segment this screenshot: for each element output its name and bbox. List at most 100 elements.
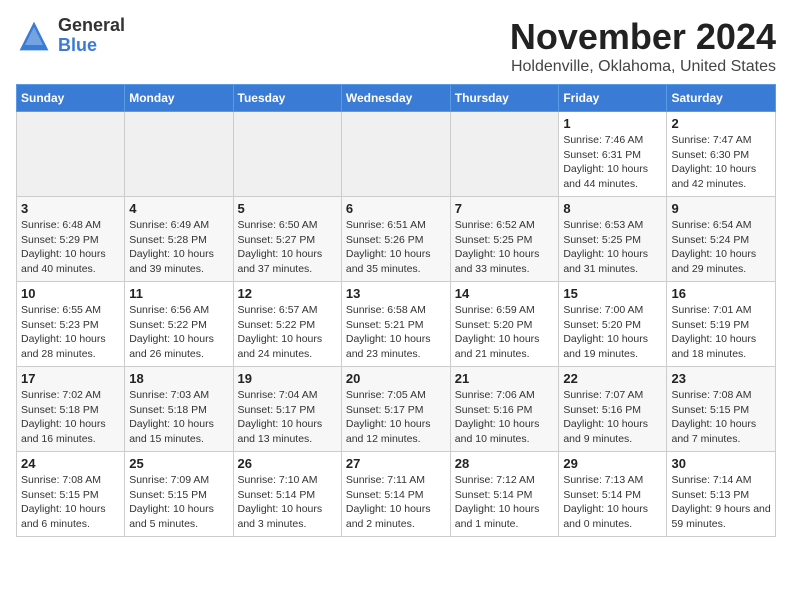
day-of-week-header: Sunday	[17, 85, 125, 112]
calendar-cell: 2 Sunrise: 7:47 AM Sunset: 6:30 PM Daylig…	[667, 112, 776, 197]
day-info: Sunrise: 7:08 AM Sunset: 5:15 PM Dayligh…	[671, 388, 771, 447]
calendar-cell: 4 Sunrise: 6:49 AM Sunset: 5:28 PM Daylig…	[125, 197, 233, 282]
day-number: 9	[671, 201, 771, 216]
calendar-cell: 27Sunrise: 7:11 AM Sunset: 5:14 PM Dayli…	[341, 452, 450, 537]
day-of-week-header: Saturday	[667, 85, 776, 112]
calendar-cell: 5 Sunrise: 6:50 AM Sunset: 5:27 PM Daylig…	[233, 197, 341, 282]
day-number: 3	[21, 201, 120, 216]
calendar-cell	[341, 112, 450, 197]
day-info: Sunrise: 6:49 AM Sunset: 5:28 PM Dayligh…	[129, 218, 228, 277]
day-info: Sunrise: 6:51 AM Sunset: 5:26 PM Dayligh…	[346, 218, 446, 277]
calendar-cell: 25Sunrise: 7:09 AM Sunset: 5:15 PM Dayli…	[125, 452, 233, 537]
day-info: Sunrise: 7:06 AM Sunset: 5:16 PM Dayligh…	[455, 388, 555, 447]
calendar-cell: 20Sunrise: 7:05 AM Sunset: 5:17 PM Dayli…	[341, 367, 450, 452]
calendar-cell: 6 Sunrise: 6:51 AM Sunset: 5:26 PM Daylig…	[341, 197, 450, 282]
day-info: Sunrise: 7:13 AM Sunset: 5:14 PM Dayligh…	[563, 473, 662, 532]
calendar-cell: 18 Sunrise: 7:03 AM Sunset: 5:18 PM Dayli…	[125, 367, 233, 452]
day-info: Sunrise: 7:00 AM Sunset: 5:20 PM Dayligh…	[563, 303, 662, 362]
day-number: 15	[563, 286, 662, 301]
logo: General Blue	[16, 16, 125, 56]
day-info: Sunrise: 7:47 AM Sunset: 6:30 PM Dayligh…	[671, 133, 771, 192]
day-of-week-header: Tuesday	[233, 85, 341, 112]
calendar-header-row: SundayMondayTuesdayWednesdayThursdayFrid…	[17, 85, 776, 112]
calendar-week-row: 17 Sunrise: 7:02 AM Sunset: 5:18 PM Dayli…	[17, 367, 776, 452]
day-number: 17	[21, 371, 120, 386]
day-number: 18	[129, 371, 228, 386]
calendar-week-row: 10 Sunrise: 6:55 AM Sunset: 5:23 PM Dayli…	[17, 282, 776, 367]
day-number: 28	[455, 456, 555, 471]
calendar-cell: 22 Sunrise: 7:07 AM Sunset: 5:16 PM Dayli…	[559, 367, 667, 452]
calendar-cell: 1 Sunrise: 7:46 AM Sunset: 6:31 PM Daylig…	[559, 112, 667, 197]
day-info: Sunrise: 7:03 AM Sunset: 5:18 PM Dayligh…	[129, 388, 228, 447]
calendar-cell: 16 Sunrise: 7:01 AM Sunset: 5:19 PM Dayli…	[667, 282, 776, 367]
calendar-cell: 9 Sunrise: 6:54 AM Sunset: 5:24 PM Daylig…	[667, 197, 776, 282]
day-number: 10	[21, 286, 120, 301]
calendar-cell: 21 Sunrise: 7:06 AM Sunset: 5:16 PM Dayli…	[450, 367, 559, 452]
calendar-cell	[125, 112, 233, 197]
day-number: 1	[563, 116, 662, 131]
day-of-week-header: Thursday	[450, 85, 559, 112]
day-of-week-header: Wednesday	[341, 85, 450, 112]
day-number: 13	[346, 286, 446, 301]
day-info: Sunrise: 7:11 AM Sunset: 5:14 PM Dayligh…	[346, 473, 446, 532]
month-title: November 2024	[510, 16, 776, 58]
calendar-cell: 23 Sunrise: 7:08 AM Sunset: 5:15 PM Dayli…	[667, 367, 776, 452]
calendar-cell: 17 Sunrise: 7:02 AM Sunset: 5:18 PM Dayli…	[17, 367, 125, 452]
title-block: November 2024 Holdenville, Oklahoma, Uni…	[510, 16, 776, 76]
day-info: Sunrise: 7:05 AM Sunset: 5:17 PM Dayligh…	[346, 388, 446, 447]
day-number: 24	[21, 456, 120, 471]
calendar-cell	[17, 112, 125, 197]
day-info: Sunrise: 6:57 AM Sunset: 5:22 PM Dayligh…	[238, 303, 337, 362]
day-number: 19	[238, 371, 337, 386]
day-info: Sunrise: 7:14 AM Sunset: 5:13 PM Dayligh…	[671, 473, 771, 532]
day-info: Sunrise: 7:04 AM Sunset: 5:17 PM Dayligh…	[238, 388, 337, 447]
calendar-week-row: 1 Sunrise: 7:46 AM Sunset: 6:31 PM Daylig…	[17, 112, 776, 197]
day-number: 8	[563, 201, 662, 216]
day-info: Sunrise: 7:46 AM Sunset: 6:31 PM Dayligh…	[563, 133, 662, 192]
day-number: 23	[671, 371, 771, 386]
calendar-cell: 14 Sunrise: 6:59 AM Sunset: 5:20 PM Dayli…	[450, 282, 559, 367]
day-of-week-header: Monday	[125, 85, 233, 112]
day-number: 6	[346, 201, 446, 216]
calendar-cell: 13 Sunrise: 6:58 AM Sunset: 5:21 PM Dayli…	[341, 282, 450, 367]
day-number: 16	[671, 286, 771, 301]
calendar-cell: 8Sunrise: 6:53 AM Sunset: 5:25 PM Daylig…	[559, 197, 667, 282]
calendar-week-row: 24 Sunrise: 7:08 AM Sunset: 5:15 PM Dayli…	[17, 452, 776, 537]
calendar-cell: 15 Sunrise: 7:00 AM Sunset: 5:20 PM Dayli…	[559, 282, 667, 367]
calendar-cell: 7 Sunrise: 6:52 AM Sunset: 5:25 PM Daylig…	[450, 197, 559, 282]
calendar-cell: 30Sunrise: 7:14 AM Sunset: 5:13 PM Dayli…	[667, 452, 776, 537]
day-info: Sunrise: 6:48 AM Sunset: 5:29 PM Dayligh…	[21, 218, 120, 277]
day-info: Sunrise: 6:54 AM Sunset: 5:24 PM Dayligh…	[671, 218, 771, 277]
day-number: 14	[455, 286, 555, 301]
day-number: 25	[129, 456, 228, 471]
calendar-cell	[233, 112, 341, 197]
calendar-cell: 28 Sunrise: 7:12 AM Sunset: 5:14 PM Dayli…	[450, 452, 559, 537]
day-number: 4	[129, 201, 228, 216]
location-title: Holdenville, Oklahoma, United States	[510, 58, 776, 76]
day-of-week-header: Friday	[559, 85, 667, 112]
calendar-week-row: 3 Sunrise: 6:48 AM Sunset: 5:29 PM Daylig…	[17, 197, 776, 282]
calendar-cell: 26Sunrise: 7:10 AM Sunset: 5:14 PM Dayli…	[233, 452, 341, 537]
day-info: Sunrise: 6:50 AM Sunset: 5:27 PM Dayligh…	[238, 218, 337, 277]
day-number: 5	[238, 201, 337, 216]
day-info: Sunrise: 6:59 AM Sunset: 5:20 PM Dayligh…	[455, 303, 555, 362]
day-info: Sunrise: 6:58 AM Sunset: 5:21 PM Dayligh…	[346, 303, 446, 362]
day-info: Sunrise: 6:52 AM Sunset: 5:25 PM Dayligh…	[455, 218, 555, 277]
day-number: 22	[563, 371, 662, 386]
day-info: Sunrise: 6:56 AM Sunset: 5:22 PM Dayligh…	[129, 303, 228, 362]
day-number: 2	[671, 116, 771, 131]
calendar-cell: 11Sunrise: 6:56 AM Sunset: 5:22 PM Dayli…	[125, 282, 233, 367]
day-number: 7	[455, 201, 555, 216]
day-info: Sunrise: 7:08 AM Sunset: 5:15 PM Dayligh…	[21, 473, 120, 532]
day-info: Sunrise: 7:12 AM Sunset: 5:14 PM Dayligh…	[455, 473, 555, 532]
day-info: Sunrise: 7:02 AM Sunset: 5:18 PM Dayligh…	[21, 388, 120, 447]
day-number: 21	[455, 371, 555, 386]
day-info: Sunrise: 7:01 AM Sunset: 5:19 PM Dayligh…	[671, 303, 771, 362]
day-info: Sunrise: 6:55 AM Sunset: 5:23 PM Dayligh…	[21, 303, 120, 362]
page-header: General Blue November 2024 Holdenville, …	[16, 16, 776, 76]
calendar-cell: 12Sunrise: 6:57 AM Sunset: 5:22 PM Dayli…	[233, 282, 341, 367]
calendar-cell: 10 Sunrise: 6:55 AM Sunset: 5:23 PM Dayli…	[17, 282, 125, 367]
day-info: Sunrise: 7:10 AM Sunset: 5:14 PM Dayligh…	[238, 473, 337, 532]
day-info: Sunrise: 7:07 AM Sunset: 5:16 PM Dayligh…	[563, 388, 662, 447]
calendar-cell: 29Sunrise: 7:13 AM Sunset: 5:14 PM Dayli…	[559, 452, 667, 537]
